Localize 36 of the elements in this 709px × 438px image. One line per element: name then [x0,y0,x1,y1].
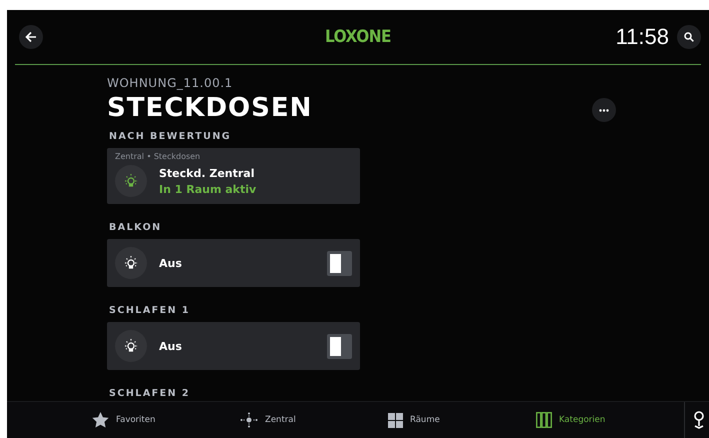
bulb-icon [123,255,139,271]
section-heading: SCHLAFEN 1 [109,305,192,316]
columns-icon [536,412,552,428]
control-name: Aus [159,256,182,270]
toggle-switch[interactable] [327,334,352,358]
clock-time: 11:58 [616,24,669,50]
nav-tab[interactable]: Favoriten [92,412,240,428]
bulb-icon [123,338,139,354]
nav-tab[interactable]: Zentral [240,412,388,428]
grid-icon [388,412,403,428]
control-name: Aus [159,340,182,352]
control-name: Steckd. Zentral [159,166,256,180]
card-path: Zentral • Steckdosen [115,152,202,161]
pin-icon[interactable] [693,411,705,429]
toggle-switch[interactable] [327,250,352,276]
page-title: STECKDOSEN [107,93,314,123]
nav-tab[interactable]: Kategorien [536,412,684,428]
control-card[interactable]: Aus [107,322,360,370]
breadcrumb: WOHNUNG_11.00.1 [107,76,234,90]
back-arrow-icon [25,31,37,43]
back-button[interactable] [19,25,43,49]
logo: LOXONE [325,27,391,47]
control-card[interactable]: Aus [107,239,360,287]
star-icon [92,412,109,428]
section-heading: SCHLAFEN 2 [109,388,192,399]
bulb-icon [123,173,139,189]
nav-tab[interactable]: Räume [388,412,536,428]
search-button[interactable] [677,25,701,49]
hub-icon [240,412,258,428]
more-button[interactable] [592,98,616,122]
section-heading: BALKON [109,222,163,233]
control-status: In 1 Raum aktiv [159,182,256,196]
more-icon [599,108,609,112]
summary-card[interactable]: Zentral • Steckdosen Steckd. Zentral In 1 Raum aktiv [107,148,360,204]
search-icon [684,32,694,42]
section-heading: NACH BEWERTUNG [109,131,232,142]
